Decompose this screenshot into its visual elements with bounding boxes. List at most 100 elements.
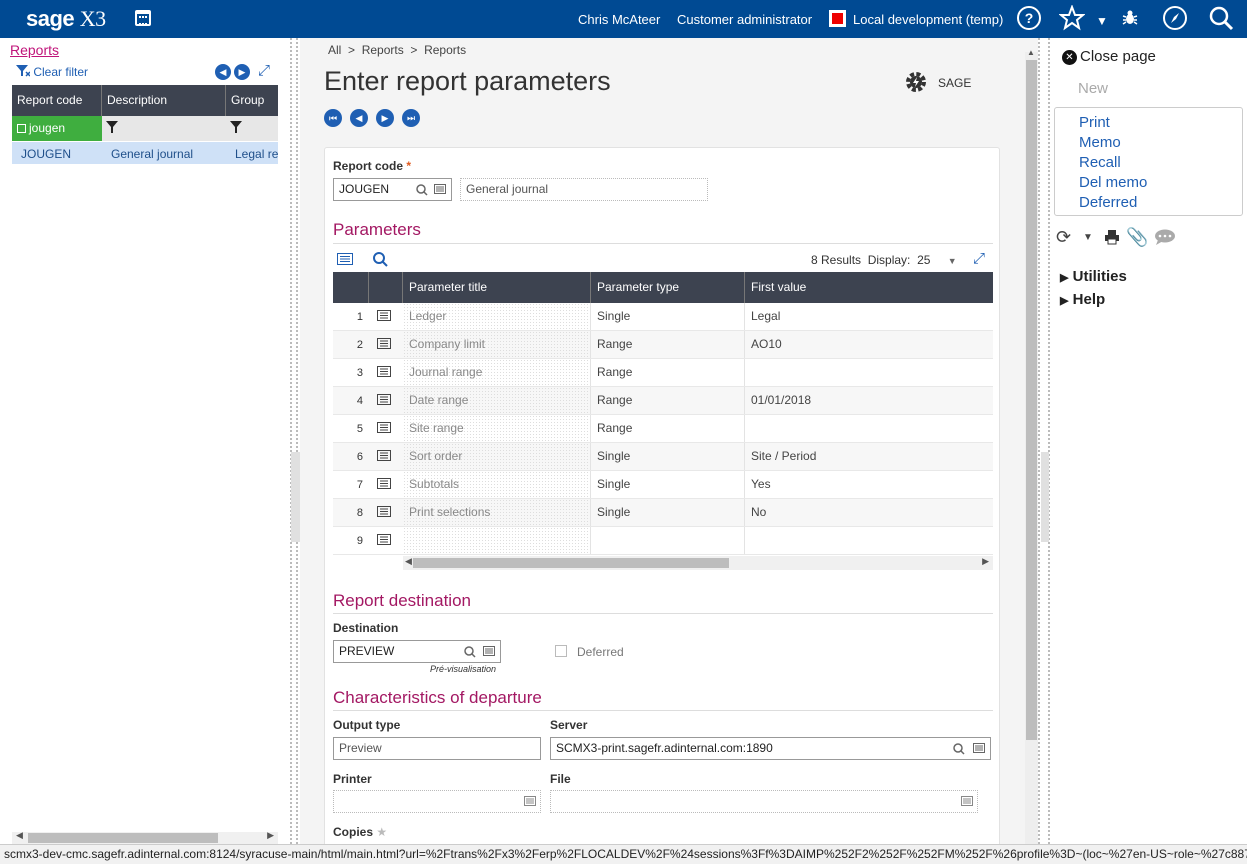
detail-icon[interactable]	[369, 506, 399, 520]
server-field[interactable]: SCMX3-print.sagefr.adinternal.com:1890	[550, 737, 991, 760]
list-view-icon[interactable]	[337, 253, 353, 265]
search-icon[interactable]	[953, 738, 965, 762]
detail-icon[interactable]	[483, 641, 495, 663]
detail-icon[interactable]	[369, 422, 399, 436]
parameter-type-cell[interactable]: Range	[591, 331, 745, 358]
last-record-icon[interactable]: ⏭	[402, 109, 420, 127]
output-type-field[interactable]: Preview	[333, 737, 541, 760]
table-row[interactable]: 5 Site range Range	[333, 415, 993, 443]
utilities-menu[interactable]: ▶ Utilities	[1060, 268, 1127, 285]
comment-icon[interactable]	[1154, 229, 1176, 250]
breadcrumb-reports[interactable]: Reports	[362, 43, 404, 57]
first-value-cell[interactable]: Site / Period	[745, 443, 993, 470]
first-record-icon[interactable]: ⏮	[324, 109, 342, 127]
del-memo-action[interactable]: Del memo	[1079, 174, 1147, 191]
sage-button-label[interactable]: SAGE	[938, 76, 971, 90]
first-value-cell[interactable]: Yes	[745, 471, 993, 498]
attachment-icon[interactable]: 📎	[1126, 227, 1148, 248]
detail-icon[interactable]	[369, 478, 399, 492]
table-row[interactable]: 7 Subtotals Single Yes	[333, 471, 993, 499]
col-parameter-title[interactable]: Parameter title	[403, 272, 591, 303]
parameter-type-cell[interactable]	[591, 527, 745, 554]
file-field[interactable]	[550, 790, 978, 813]
deferred-action[interactable]: Deferred	[1079, 194, 1137, 211]
report-code-filter[interactable]: jougen	[12, 116, 102, 141]
recall-action[interactable]: Recall	[1079, 154, 1121, 171]
expand-icon[interactable]: ⤢	[973, 250, 985, 267]
table-row[interactable]: 8 Print selections Single No	[333, 499, 993, 527]
parameter-type-cell[interactable]: Single	[591, 443, 745, 470]
detail-icon[interactable]	[369, 534, 399, 548]
table-row[interactable]: JOUGEN General journal Legal re	[12, 142, 278, 164]
col-first-value[interactable]: First value	[745, 272, 993, 303]
col-report-code[interactable]: Report code	[12, 85, 102, 116]
first-value-cell[interactable]	[745, 359, 993, 386]
first-value-cell[interactable]: Legal	[745, 303, 993, 330]
left-horizontal-scrollbar[interactable]: ◀ ▶	[12, 830, 278, 844]
search-icon[interactable]	[1208, 5, 1234, 37]
printer-field[interactable]	[333, 790, 541, 813]
detail-icon[interactable]	[524, 791, 536, 813]
close-page-button[interactable]: ✕ Close page	[1062, 48, 1156, 65]
environment-name[interactable]: Local development (temp)	[853, 12, 1003, 27]
deferred-checkbox[interactable]	[555, 645, 567, 657]
next-icon[interactable]: ▶	[234, 64, 250, 80]
parameter-type-cell[interactable]: Range	[591, 359, 745, 386]
filter-icon[interactable]	[106, 121, 118, 136]
parameter-type-cell[interactable]: Single	[591, 499, 745, 526]
search-icon[interactable]	[464, 641, 476, 665]
previous-icon[interactable]: ◀	[215, 64, 231, 80]
search-icon[interactable]	[373, 252, 388, 267]
first-value-cell[interactable]: 01/01/2018	[745, 387, 993, 414]
first-value-cell[interactable]	[745, 527, 993, 554]
sage-x3-logo[interactable]: sage X3	[26, 6, 106, 32]
parameter-type-cell[interactable]: Range	[591, 415, 745, 442]
chevron-down-icon[interactable]: ▼	[1083, 232, 1093, 243]
print-icon[interactable]	[1104, 229, 1120, 250]
expand-icon[interactable]: ⤢	[258, 62, 270, 79]
calendar-icon[interactable]	[135, 10, 151, 26]
display-select[interactable]: 25	[917, 253, 930, 267]
compass-icon[interactable]	[1162, 5, 1188, 37]
clear-filter-button[interactable]: Clear filter	[16, 65, 88, 79]
previous-record-icon[interactable]: ◀	[350, 109, 368, 127]
col-group[interactable]: Group	[226, 85, 278, 116]
memo-action[interactable]: Memo	[1079, 134, 1121, 151]
table-row[interactable]: 6 Sort order Single Site / Period	[333, 443, 993, 471]
parameter-type-cell[interactable]: Range	[591, 387, 745, 414]
detail-icon[interactable]	[369, 338, 399, 352]
user-role[interactable]: Customer administrator	[677, 12, 812, 27]
right-splitter[interactable]	[1038, 38, 1050, 844]
favorites-star-icon[interactable]	[1058, 4, 1086, 37]
search-icon[interactable]	[416, 179, 428, 203]
refresh-icon[interactable]: ⟳	[1056, 227, 1071, 248]
table-row[interactable]: 3 Journal range Range	[333, 359, 993, 387]
filter-icon[interactable]	[230, 121, 242, 136]
table-row[interactable]: 4 Date range Range 01/01/2018	[333, 387, 993, 415]
bug-icon[interactable]	[1120, 6, 1140, 36]
first-value-cell[interactable]: AO10	[745, 331, 993, 358]
detail-icon[interactable]	[369, 310, 399, 324]
chevron-down-icon[interactable]: ▼	[1096, 8, 1108, 34]
detail-icon[interactable]	[369, 366, 399, 380]
breadcrumb-all[interactable]: All	[328, 43, 341, 57]
col-parameter-type[interactable]: Parameter type	[591, 272, 745, 303]
detail-icon[interactable]	[369, 394, 399, 408]
destination-field[interactable]: PREVIEW	[333, 640, 501, 663]
first-value-cell[interactable]	[745, 415, 993, 442]
user-name[interactable]: Chris McAteer	[578, 12, 660, 27]
parameter-type-cell[interactable]: Single	[591, 303, 745, 330]
detail-icon[interactable]	[973, 738, 985, 760]
left-panel-title[interactable]: Reports	[10, 42, 59, 58]
table-row[interactable]: 2 Company limit Range AO10	[333, 331, 993, 359]
help-menu[interactable]: ▶ Help	[1060, 291, 1105, 308]
col-description[interactable]: Description	[102, 85, 226, 116]
grid-horizontal-scrollbar[interactable]: ◀ ▶	[403, 556, 993, 570]
report-code-field[interactable]: JOUGEN	[333, 178, 452, 201]
table-row[interactable]: 1 Ledger Single Legal	[333, 303, 993, 331]
print-action[interactable]: Print	[1079, 114, 1110, 131]
table-row[interactable]: 9	[333, 527, 993, 555]
detail-icon[interactable]	[961, 791, 973, 813]
left-splitter[interactable]	[290, 38, 301, 844]
detail-icon[interactable]	[434, 179, 446, 201]
